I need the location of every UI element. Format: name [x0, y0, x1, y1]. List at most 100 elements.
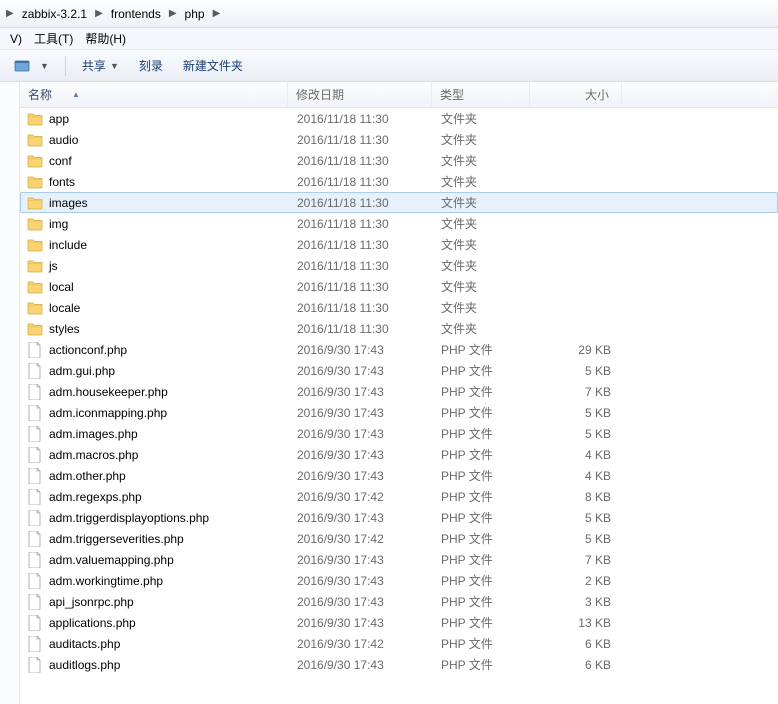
file-name: adm.triggerseverities.php	[49, 532, 184, 546]
file-type: PHP 文件	[433, 593, 531, 610]
file-type: PHP 文件	[433, 572, 531, 589]
sort-asc-icon: ▲	[72, 90, 80, 99]
file-type: 文件夹	[433, 278, 531, 295]
folder-row[interactable]: local2016/11/18 11:30文件夹	[20, 276, 778, 297]
file-size: 2 KB	[531, 574, 623, 588]
file-size: 29 KB	[531, 343, 623, 357]
column-header-date[interactable]: 修改日期	[288, 82, 432, 107]
column-header-name[interactable]: 名称 ▲	[20, 82, 288, 107]
folder-row[interactable]: conf2016/11/18 11:30文件夹	[20, 150, 778, 171]
folder-row[interactable]: img2016/11/18 11:30文件夹	[20, 213, 778, 234]
file-type: PHP 文件	[433, 446, 531, 463]
file-row[interactable]: adm.images.php2016/9/30 17:43PHP 文件5 KB	[20, 423, 778, 444]
file-date: 2016/9/30 17:43	[289, 427, 433, 441]
menu-view[interactable]: V)	[4, 32, 28, 46]
menu-help[interactable]: 帮助(H)	[79, 30, 132, 47]
file-row[interactable]: adm.gui.php2016/9/30 17:43PHP 文件5 KB	[20, 360, 778, 381]
chevron-down-icon: ▼	[110, 61, 119, 71]
file-size: 3 KB	[531, 595, 623, 609]
file-type: 文件夹	[433, 215, 531, 232]
file-date: 2016/9/30 17:43	[289, 574, 433, 588]
file-name: fonts	[49, 175, 75, 189]
file-size: 8 KB	[531, 490, 623, 504]
file-name: app	[49, 112, 69, 126]
file-row[interactable]: adm.macros.php2016/9/30 17:43PHP 文件4 KB	[20, 444, 778, 465]
chevron-right-icon: ▶	[4, 8, 16, 19]
file-row[interactable]: adm.other.php2016/9/30 17:43PHP 文件4 KB	[20, 465, 778, 486]
file-date: 2016/9/30 17:43	[289, 343, 433, 357]
new-folder-button[interactable]: 新建文件夹	[175, 55, 251, 76]
chevron-right-icon: ▶	[167, 8, 179, 19]
file-date: 2016/9/30 17:42	[289, 490, 433, 504]
file-date: 2016/11/18 11:30	[289, 175, 433, 189]
file-icon	[27, 552, 43, 568]
file-name: audio	[49, 133, 78, 147]
file-date: 2016/9/30 17:43	[289, 658, 433, 672]
file-name: adm.images.php	[49, 427, 138, 441]
folder-row[interactable]: fonts2016/11/18 11:30文件夹	[20, 171, 778, 192]
file-name: locale	[49, 301, 80, 315]
nav-pane-edge	[0, 82, 20, 704]
file-row[interactable]: adm.triggerseverities.php2016/9/30 17:42…	[20, 528, 778, 549]
menu-tools[interactable]: 工具(T)	[28, 30, 79, 47]
folder-row[interactable]: audio2016/11/18 11:30文件夹	[20, 129, 778, 150]
file-icon	[27, 384, 43, 400]
share-button[interactable]: 共享 ▼	[74, 55, 127, 76]
folder-icon	[27, 300, 43, 316]
file-name: images	[49, 196, 88, 210]
file-type: PHP 文件	[433, 614, 531, 631]
file-row[interactable]: auditacts.php2016/9/30 17:42PHP 文件6 KB	[20, 633, 778, 654]
file-row[interactable]: adm.regexps.php2016/9/30 17:42PHP 文件8 KB	[20, 486, 778, 507]
file-row[interactable]: applications.php2016/9/30 17:43PHP 文件13 …	[20, 612, 778, 633]
file-type: 文件夹	[433, 236, 531, 253]
folder-row[interactable]: include2016/11/18 11:30文件夹	[20, 234, 778, 255]
burn-button[interactable]: 刻录	[131, 55, 171, 76]
folder-row[interactable]: js2016/11/18 11:30文件夹	[20, 255, 778, 276]
file-type: PHP 文件	[433, 404, 531, 421]
file-icon	[27, 426, 43, 442]
file-date: 2016/11/18 11:30	[289, 196, 433, 210]
file-list[interactable]: 名称 ▲ 修改日期 类型 大小 app2016/11/18 11:30文件夹au…	[20, 82, 778, 704]
column-header-size[interactable]: 大小	[530, 82, 622, 107]
file-date: 2016/9/30 17:43	[289, 385, 433, 399]
file-name: adm.triggerdisplayoptions.php	[49, 511, 209, 525]
separator	[65, 56, 66, 76]
file-row[interactable]: actionconf.php2016/9/30 17:43PHP 文件29 KB	[20, 339, 778, 360]
file-date: 2016/9/30 17:43	[289, 364, 433, 378]
breadcrumb-item[interactable]: php	[179, 3, 211, 25]
file-row[interactable]: adm.workingtime.php2016/9/30 17:43PHP 文件…	[20, 570, 778, 591]
organize-button[interactable]: ▼	[6, 56, 57, 76]
file-date: 2016/9/30 17:43	[289, 511, 433, 525]
chevron-down-icon: ▼	[40, 61, 49, 71]
chevron-right-icon: ▶	[93, 8, 105, 19]
breadcrumb-item[interactable]: frontends	[105, 3, 167, 25]
folder-icon	[27, 174, 43, 190]
file-type: 文件夹	[433, 152, 531, 169]
file-row[interactable]: api_jsonrpc.php2016/9/30 17:43PHP 文件3 KB	[20, 591, 778, 612]
file-row[interactable]: auditlogs.php2016/9/30 17:43PHP 文件6 KB	[20, 654, 778, 675]
folder-icon	[27, 111, 43, 127]
file-date: 2016/9/30 17:43	[289, 406, 433, 420]
file-size: 5 KB	[531, 532, 623, 546]
file-row[interactable]: adm.triggerdisplayoptions.php 2016/9/30 1…	[20, 507, 778, 528]
folder-row[interactable]: images2016/11/18 11:30文件夹	[20, 192, 778, 213]
file-size: 7 KB	[531, 385, 623, 399]
folder-icon	[27, 153, 43, 169]
breadcrumb[interactable]: ▶ zabbix-3.2.1 ▶ frontends ▶ php ▶	[0, 0, 778, 28]
toolbar-label: 新建文件夹	[183, 57, 243, 74]
folder-row[interactable]: styles2016/11/18 11:30文件夹	[20, 318, 778, 339]
breadcrumb-item[interactable]: zabbix-3.2.1	[16, 3, 93, 25]
menubar: V) 工具(T) 帮助(H)	[0, 28, 778, 50]
folder-icon	[27, 258, 43, 274]
file-date: 2016/9/30 17:43	[289, 616, 433, 630]
column-header-type[interactable]: 类型	[432, 82, 530, 107]
folder-row[interactable]: app2016/11/18 11:30文件夹	[20, 108, 778, 129]
folder-icon	[27, 279, 43, 295]
file-date: 2016/9/30 17:43	[289, 595, 433, 609]
file-date: 2016/11/18 11:30	[289, 217, 433, 231]
folder-row[interactable]: locale2016/11/18 11:30文件夹	[20, 297, 778, 318]
folder-icon	[27, 132, 43, 148]
file-row[interactable]: adm.iconmapping.php2016/9/30 17:43PHP 文件…	[20, 402, 778, 423]
file-row[interactable]: adm.housekeeper.php2016/9/30 17:43PHP 文件…	[20, 381, 778, 402]
file-row[interactable]: adm.valuemapping.php2016/9/30 17:43PHP 文…	[20, 549, 778, 570]
